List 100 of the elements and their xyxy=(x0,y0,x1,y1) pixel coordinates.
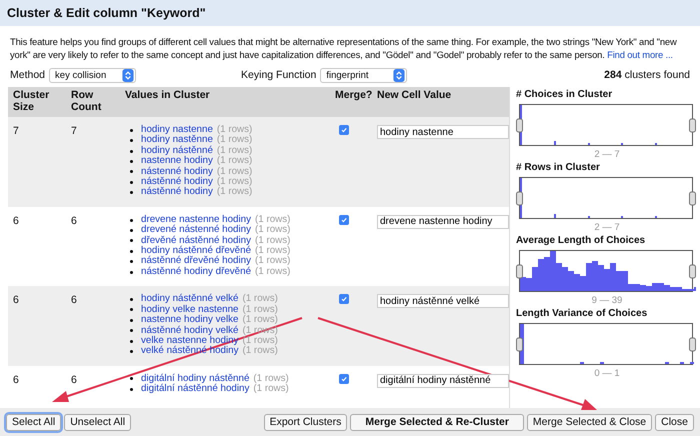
action-button[interactable]: Close xyxy=(655,414,694,430)
cluster-value-link[interactable]: drevené nástenné hodiny xyxy=(141,225,252,236)
cluster-value-link[interactable]: nástěnné hodiny xyxy=(141,187,213,198)
cluster-value-link[interactable]: hodiny nástěnné dřevěné xyxy=(141,246,252,256)
row-count-text: (1 rows) xyxy=(242,315,278,326)
range-handle[interactable] xyxy=(516,264,523,278)
cluster-value-link[interactable]: hodiny nastěnne xyxy=(141,135,213,146)
action-button[interactable]: Merge Selected & Close xyxy=(526,414,652,430)
column-header: Merge? xyxy=(334,90,372,102)
bullet-icon xyxy=(130,218,133,222)
cluster-value-link[interactable]: drevene nastenne hodiny xyxy=(141,214,252,226)
merge-checkbox[interactable] xyxy=(339,374,349,384)
cluster-value-link[interactable]: nástěnné hodiny dřevěné xyxy=(141,266,252,278)
cluster-value-link[interactable]: digitální nástěnné hodiny xyxy=(141,384,250,395)
bullet-icon xyxy=(130,270,133,274)
cluster-value-link[interactable]: digitální hodiny nástěnné xyxy=(141,374,250,384)
facet-title: Length Variance of Choices xyxy=(516,308,648,319)
bullet-icon xyxy=(130,128,133,132)
row-count-text: (1 rows) xyxy=(216,146,252,156)
cluster-value-link[interactable]: nástěnné hodiny xyxy=(141,177,213,188)
bullet-icon xyxy=(130,228,133,232)
row-count-text: (1 rows) xyxy=(255,266,290,278)
row-count-cell-text: 6 xyxy=(70,294,78,306)
range-handle[interactable] xyxy=(689,192,696,206)
row-count-text: (1 rows) xyxy=(216,166,252,177)
column-header: Values in Cluster xyxy=(124,90,211,102)
action-button[interactable]: Export Clusters xyxy=(264,414,348,430)
merge-checkbox[interactable] xyxy=(339,214,349,225)
bullet-icon xyxy=(130,298,133,301)
cluster-value-link[interactable]: nastenne hodiny velke xyxy=(141,315,238,326)
row-count-text: (1 rows) xyxy=(253,374,289,384)
cluster-value-link[interactable]: nástenné hodiny xyxy=(141,166,213,178)
bullet-icon xyxy=(130,318,133,322)
row-count-text: (1 rows) xyxy=(255,246,290,256)
select-button[interactable]: Select All xyxy=(6,414,62,430)
column-header: Cluster Size xyxy=(12,90,50,113)
row-count-text: (1 rows) xyxy=(255,236,290,246)
merge-checkbox[interactable] xyxy=(339,125,349,135)
clusters-found-label: clusters found xyxy=(624,69,690,81)
facet-title: # Choices in Cluster xyxy=(516,89,614,100)
new-cell-value-field[interactable]: drevene nastenne hodiny xyxy=(377,214,509,229)
range-handle[interactable] xyxy=(516,192,523,206)
bullet-icon xyxy=(130,180,133,184)
range-handle[interactable] xyxy=(689,338,696,352)
row-count-cell-text: 6 xyxy=(70,214,78,227)
dialog-title: Cluster & Edit column "Keyword" xyxy=(7,6,206,20)
cluster-value-link[interactable]: hodiny nastenne xyxy=(141,125,213,136)
bullet-icon xyxy=(130,260,133,264)
bullet-icon xyxy=(130,340,133,343)
merge-checkbox[interactable] xyxy=(339,294,349,304)
cluster-value-link[interactable]: hodiny velke nastenne xyxy=(141,304,238,316)
cluster-value-link[interactable]: hodiny nástěnné velké xyxy=(141,294,238,305)
find-out-more-link[interactable]: Find out more ... xyxy=(607,49,673,60)
new-cell-value-field[interactable]: digitální hodiny nástěnné xyxy=(377,374,509,388)
column-header: New Cell Value xyxy=(376,90,452,102)
bullet-icon xyxy=(130,170,133,174)
bullet-icon xyxy=(130,150,133,153)
range-handle[interactable] xyxy=(689,264,696,278)
range-label: 2 — 7 xyxy=(594,222,620,233)
keying-function-label: Keying Function xyxy=(241,69,316,81)
row-count-text: (1 rows) xyxy=(242,336,278,346)
cluster-size-cell-text: 6 xyxy=(12,374,20,386)
row-count-text: (1 rows) xyxy=(216,187,252,198)
row-count-text: (1 rows) xyxy=(255,214,290,225)
bullet-icon xyxy=(130,329,133,332)
range-handle[interactable] xyxy=(516,338,523,352)
cluster-value-link[interactable]: nástěnné hodiny velké xyxy=(141,326,238,336)
row-count-cell-text: 7 xyxy=(70,125,78,137)
cluster-value-link[interactable]: nastenne hodiny xyxy=(141,156,213,167)
action-button[interactable]: Merge Selected & Re-Cluster xyxy=(350,414,524,430)
cluster-value-link[interactable]: dřevěné nástěnné hodiny xyxy=(141,236,252,246)
keying-function-dropdown[interactable]: fingerprint xyxy=(320,68,408,82)
dropdown-arrows-icon xyxy=(393,68,406,82)
column-header: Row Count xyxy=(70,90,102,113)
bullet-icon xyxy=(130,239,133,242)
range-label: 0 — 1 xyxy=(594,368,620,379)
cluster-value-link[interactable]: hodiny nástěnné xyxy=(141,146,213,156)
row-count-text: (1 rows) xyxy=(216,135,252,146)
cluster-size-cell-text: 7 xyxy=(12,125,20,137)
method-dropdown[interactable]: key collision xyxy=(49,68,136,82)
row-count-text: (1 rows) xyxy=(242,346,278,357)
select-button[interactable]: Unselect All xyxy=(64,414,132,430)
method-label: Method xyxy=(10,69,46,81)
range-handle[interactable] xyxy=(689,118,696,132)
cluster-size-cell-text: 6 xyxy=(12,214,20,227)
new-cell-value-field[interactable]: hodiny nastenne xyxy=(377,125,509,139)
row-count-text: (1 rows) xyxy=(253,384,289,395)
bullet-icon xyxy=(130,308,133,312)
cluster-size-cell-text: 6 xyxy=(12,294,20,306)
new-cell-value-field[interactable]: hodiny nástěnné velké xyxy=(377,294,509,308)
cluster-count: 284 xyxy=(604,69,622,81)
row-count-text: (1 rows) xyxy=(255,225,290,236)
range-handle[interactable] xyxy=(516,118,523,132)
cluster-value-link[interactable]: nástěnné dřevěné hodiny xyxy=(141,256,252,267)
row-count-text: (1 rows) xyxy=(216,177,252,188)
bullet-icon xyxy=(130,388,133,391)
dropdown-arrows-icon xyxy=(122,68,134,82)
facet-title: Average Length of Choices xyxy=(516,235,646,246)
bullet-icon xyxy=(130,350,133,354)
row-count-text: (1 rows) xyxy=(216,156,252,166)
